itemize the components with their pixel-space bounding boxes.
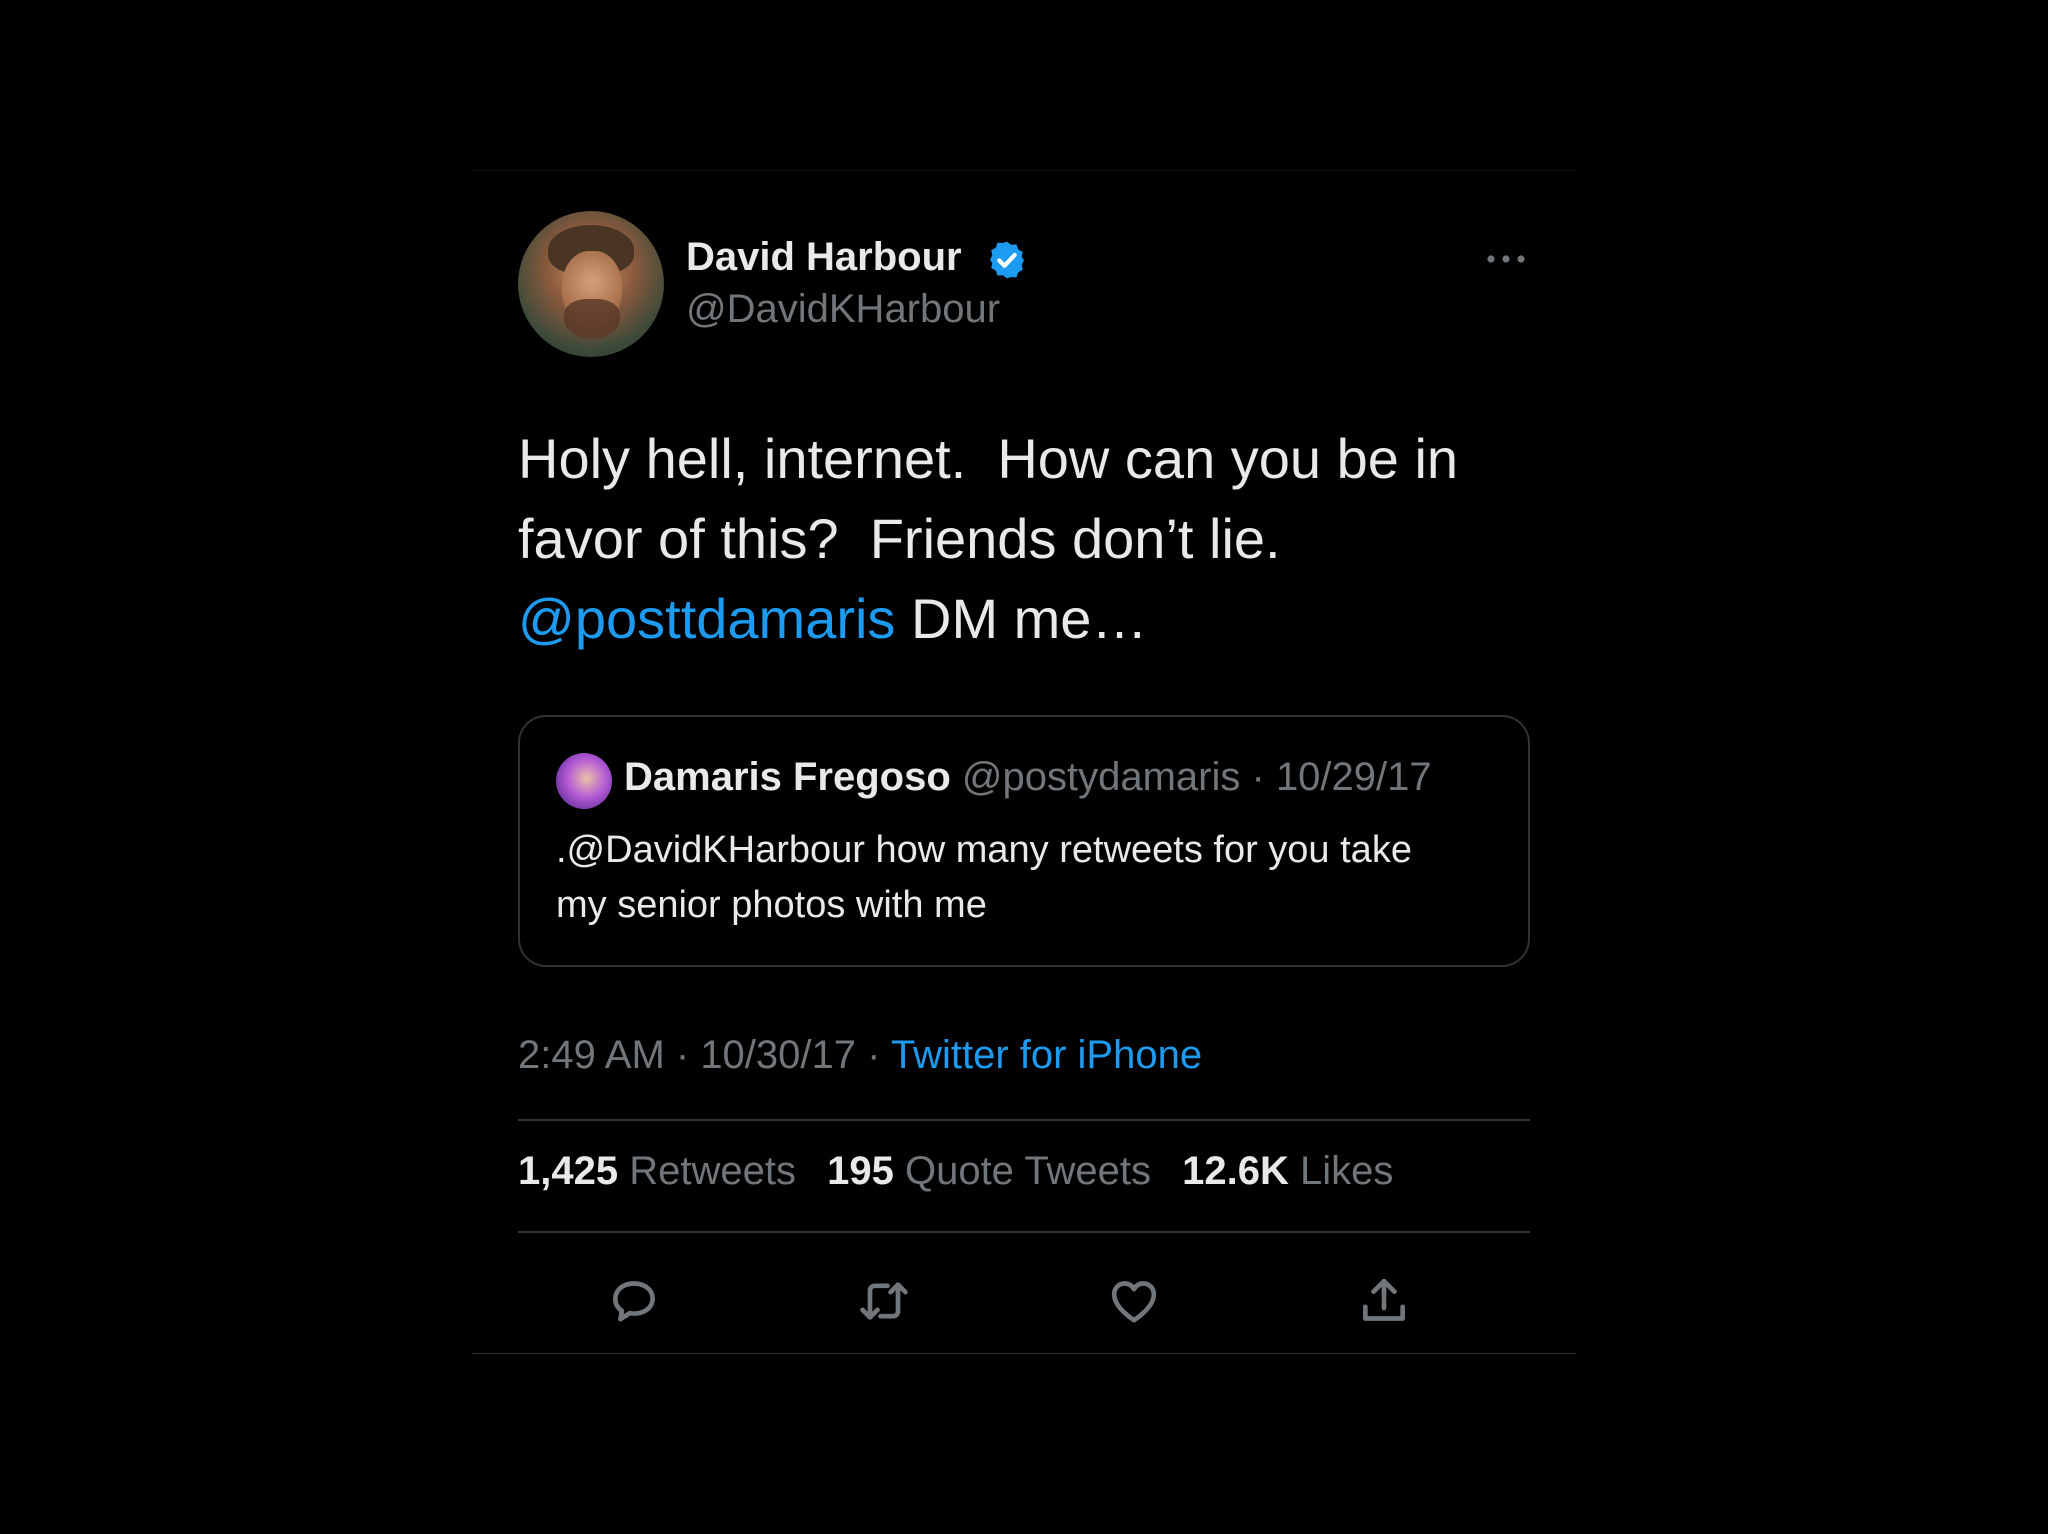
tweet-source-link[interactable]: Twitter for iPhone [891,1033,1202,1077]
share-button[interactable] [1344,1261,1424,1341]
tweet-stats: 1,425 Retweets 195 Quote Tweets 12.6K Li… [518,1149,1413,1194]
tweet-time[interactable]: 2:49 AM [518,1033,665,1077]
avatar-beard [564,299,620,339]
reply-icon [613,1281,655,1322]
tweet-actions [518,1261,1530,1341]
quoted-separator: · [1240,755,1276,799]
reply-button[interactable] [594,1261,674,1341]
divider [518,1119,1530,1121]
quoted-author-handle[interactable]: @postydamaris [962,755,1240,799]
meta-separator-1: · [664,1033,701,1077]
verified-badge-icon [990,241,1024,279]
quote-tweets-count: 195 [827,1149,894,1193]
like-button[interactable] [1094,1261,1174,1341]
likes-label: Likes [1288,1149,1394,1193]
retweets-stat[interactable]: 1,425 Retweets [518,1149,796,1193]
mention-link[interactable]: @posttdamaris [518,587,895,650]
tweet-card: David Harbour @DavidKHarbour Holy hell, … [472,170,1576,1354]
likes-count: 12.6K [1182,1149,1289,1193]
likes-stat[interactable]: 12.6K Likes [1182,1149,1393,1193]
like-icon [1111,1281,1157,1323]
meta-separator-2: · [856,1033,891,1077]
retweets-count: 1,425 [518,1149,619,1193]
quoted-author-name[interactable]: Damaris Fregoso [624,755,951,799]
divider [518,1231,1530,1233]
tweet-meta: 2:49 AM · 10/30/17 · Twitter for iPhone [518,1033,1202,1078]
quoted-tweet-text: .@DavidKHarbour how many retweets for yo… [556,829,1412,926]
tweet-text: Holy hell, internet. How can you be in f… [518,419,1558,659]
retweet-button[interactable] [844,1261,924,1341]
quoted-author-avatar[interactable] [556,753,612,809]
author-handle[interactable]: @DavidKHarbour [686,287,1000,332]
more-options-icon[interactable] [1484,249,1528,269]
quoted-tweet-card[interactable]: Damaris Fregoso @postydamaris · 10/29/17… [518,715,1530,967]
tweet-text-line3: DM me… [895,587,1148,650]
author-name[interactable]: David Harbour [686,235,962,280]
quoted-date[interactable]: 10/29/17 [1276,755,1432,799]
quoted-tweet-header: Damaris Fregoso @postydamaris · 10/29/17 [624,755,1432,800]
quote-tweets-stat[interactable]: 195 Quote Tweets [827,1149,1151,1193]
retweet-icon [860,1282,908,1320]
author-avatar[interactable] [518,211,664,357]
quote-tweets-label: Quote Tweets [893,1149,1152,1193]
tweet-date[interactable]: 10/30/17 [700,1033,856,1077]
tweet-text-line2: favor of this? Friends don’t lie. [518,507,1281,570]
retweets-label: Retweets [618,1149,796,1193]
tweet-text-line1: Holy hell, internet. How can you be in [518,427,1459,490]
share-icon [1363,1278,1405,1321]
